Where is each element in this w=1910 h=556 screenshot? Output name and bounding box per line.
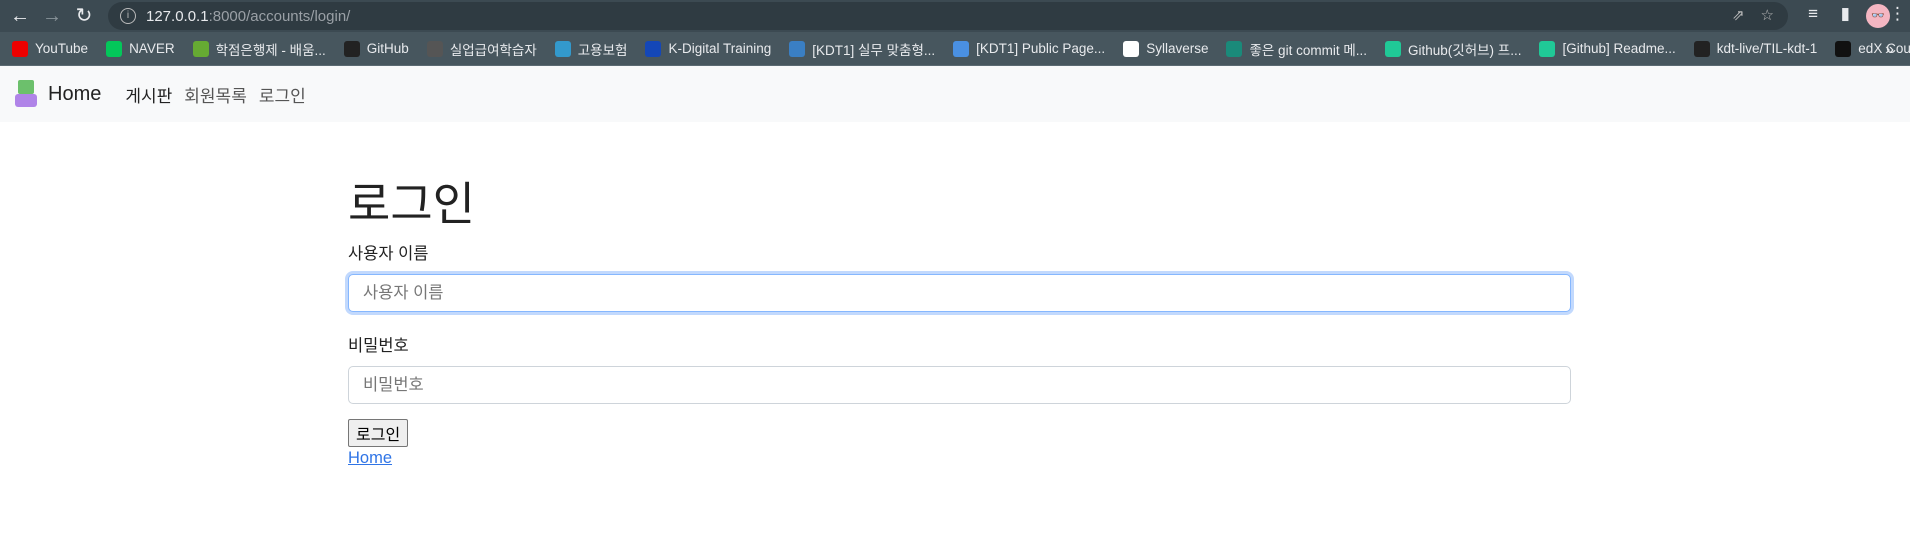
bookmark-label: Github(깃허브) 프...	[1408, 42, 1522, 58]
nav-members[interactable]: 회원목록	[184, 82, 247, 107]
nav-login[interactable]: 로그인	[259, 82, 306, 107]
more-bookmarks-icon[interactable]: »	[1885, 41, 1894, 59]
reload-icon[interactable]: ↻	[72, 4, 96, 28]
github-icon	[343, 40, 360, 57]
bookmark-label: [KDT1] Public Page...	[976, 41, 1106, 56]
star-icon[interactable]: ☆	[1761, 6, 1774, 24]
login-form: 로그인 사용자 이름 비밀번호 로그인 Home	[348, 168, 1572, 468]
bookmark-item[interactable]: NAVER	[106, 40, 175, 57]
youtube-icon	[12, 40, 28, 57]
bookmark-label: 좋은 git commit 메...	[1249, 42, 1367, 58]
bookmark-item[interactable]: kdt-live/TIL-kdt-1	[1693, 40, 1818, 57]
info-icon[interactable]: i	[120, 8, 136, 24]
page-title: 로그인	[348, 178, 475, 230]
login-button[interactable]: 로그인	[348, 419, 409, 447]
bookmark-item[interactable]: GitHub	[343, 40, 409, 57]
bookmark-label: YouTube	[35, 41, 89, 56]
browser-toolbar: ← → ↻ i 127.0.0.1:8000/accounts/login/ ⇗…	[0, 0, 1910, 32]
bookmark-item[interactable]: Github(깃허브) 프...	[1385, 39, 1521, 59]
employment-icon	[554, 40, 571, 57]
one-icon	[789, 40, 806, 57]
bookmark-label: GitHub	[366, 41, 409, 56]
password-label: 비밀번호	[348, 337, 409, 355]
bookmark-item[interactable]: 좋은 git commit 메...	[1226, 39, 1367, 59]
velog-icon	[1385, 40, 1401, 57]
bookmark-label: NAVER	[129, 41, 175, 56]
bookmark-item[interactable]: YouTube	[12, 40, 89, 57]
home-link[interactable]: Home	[348, 449, 1572, 468]
bookmark-item[interactable]: 학점은행제 - 배움...	[192, 39, 326, 59]
bookmarks-bar: YouTube NAVER 학점은행제 - 배움... GitHub 실업급여학습자 고용…	[0, 32, 1910, 66]
reading-list-icon[interactable]: ≡	[1808, 4, 1818, 24]
share-icon[interactable]: ⇗	[1732, 6, 1745, 24]
logo-icon[interactable]	[14, 80, 38, 108]
edx-icon	[1835, 40, 1852, 57]
folder-icon	[953, 40, 970, 57]
forward-icon[interactable]: →	[40, 4, 64, 28]
username-input[interactable]	[348, 274, 1571, 312]
bookmark-label: Syllaverse	[1146, 41, 1209, 56]
menu-icon[interactable]: ⋮	[1889, 4, 1906, 24]
username-label: 사용자 이름	[348, 245, 429, 263]
back-icon[interactable]: ←	[8, 4, 32, 28]
address-bar[interactable]: i 127.0.0.1:8000/accounts/login/ ⇗ ☆	[108, 2, 1788, 30]
bookmark-item[interactable]: [Github] Readme...	[1539, 40, 1676, 57]
velog-icon	[1539, 40, 1556, 57]
bookmark-label: [Github] Readme...	[1562, 41, 1676, 56]
bookmark-item[interactable]: [KDT1] 실무 맞춤형...	[789, 39, 935, 59]
bookmark-item[interactable]: K-Digital Training	[645, 40, 772, 57]
site-icon	[1226, 40, 1243, 57]
kdigital-icon	[645, 40, 662, 57]
navbar: Home 게시판 회원목록 로그인	[0, 66, 1910, 122]
bookmark-item[interactable]: [KDT1] Public Page...	[953, 40, 1106, 57]
bookmark-label: K-Digital Training	[668, 41, 772, 56]
bookmark-label: 학점은행제 - 배움...	[215, 42, 326, 58]
bookmark-label: 고용보험	[577, 42, 628, 58]
url-path: :8000/accounts/login/	[208, 7, 351, 25]
navbar-brand[interactable]: Home	[48, 83, 101, 106]
password-input[interactable]	[348, 366, 1571, 404]
naver-icon	[106, 40, 123, 57]
profile-avatar[interactable]: 👓	[1866, 4, 1890, 28]
bookmark-item[interactable]: edX Courses | View...	[1835, 40, 1910, 57]
nav-board[interactable]: 게시판	[125, 82, 172, 107]
bookmark-label: kdt-live/TIL-kdt-1	[1716, 41, 1818, 56]
side-panel-icon[interactable]: ▮	[1841, 4, 1850, 24]
url-host: 127.0.0.1	[146, 7, 209, 25]
syllaverse-icon	[1123, 40, 1140, 57]
globe-icon	[426, 40, 443, 57]
bookmark-label: 실업급여학습자	[449, 42, 537, 58]
bookmark-item[interactable]: Syllaverse	[1123, 40, 1209, 57]
tree-icon	[192, 40, 209, 57]
bookmark-item[interactable]: 실업급여학습자	[426, 39, 537, 59]
github-icon	[1693, 40, 1710, 57]
bookmark-item[interactable]: 고용보험	[554, 39, 628, 59]
bookmark-label: [KDT1] 실무 맞춤형...	[812, 42, 936, 58]
